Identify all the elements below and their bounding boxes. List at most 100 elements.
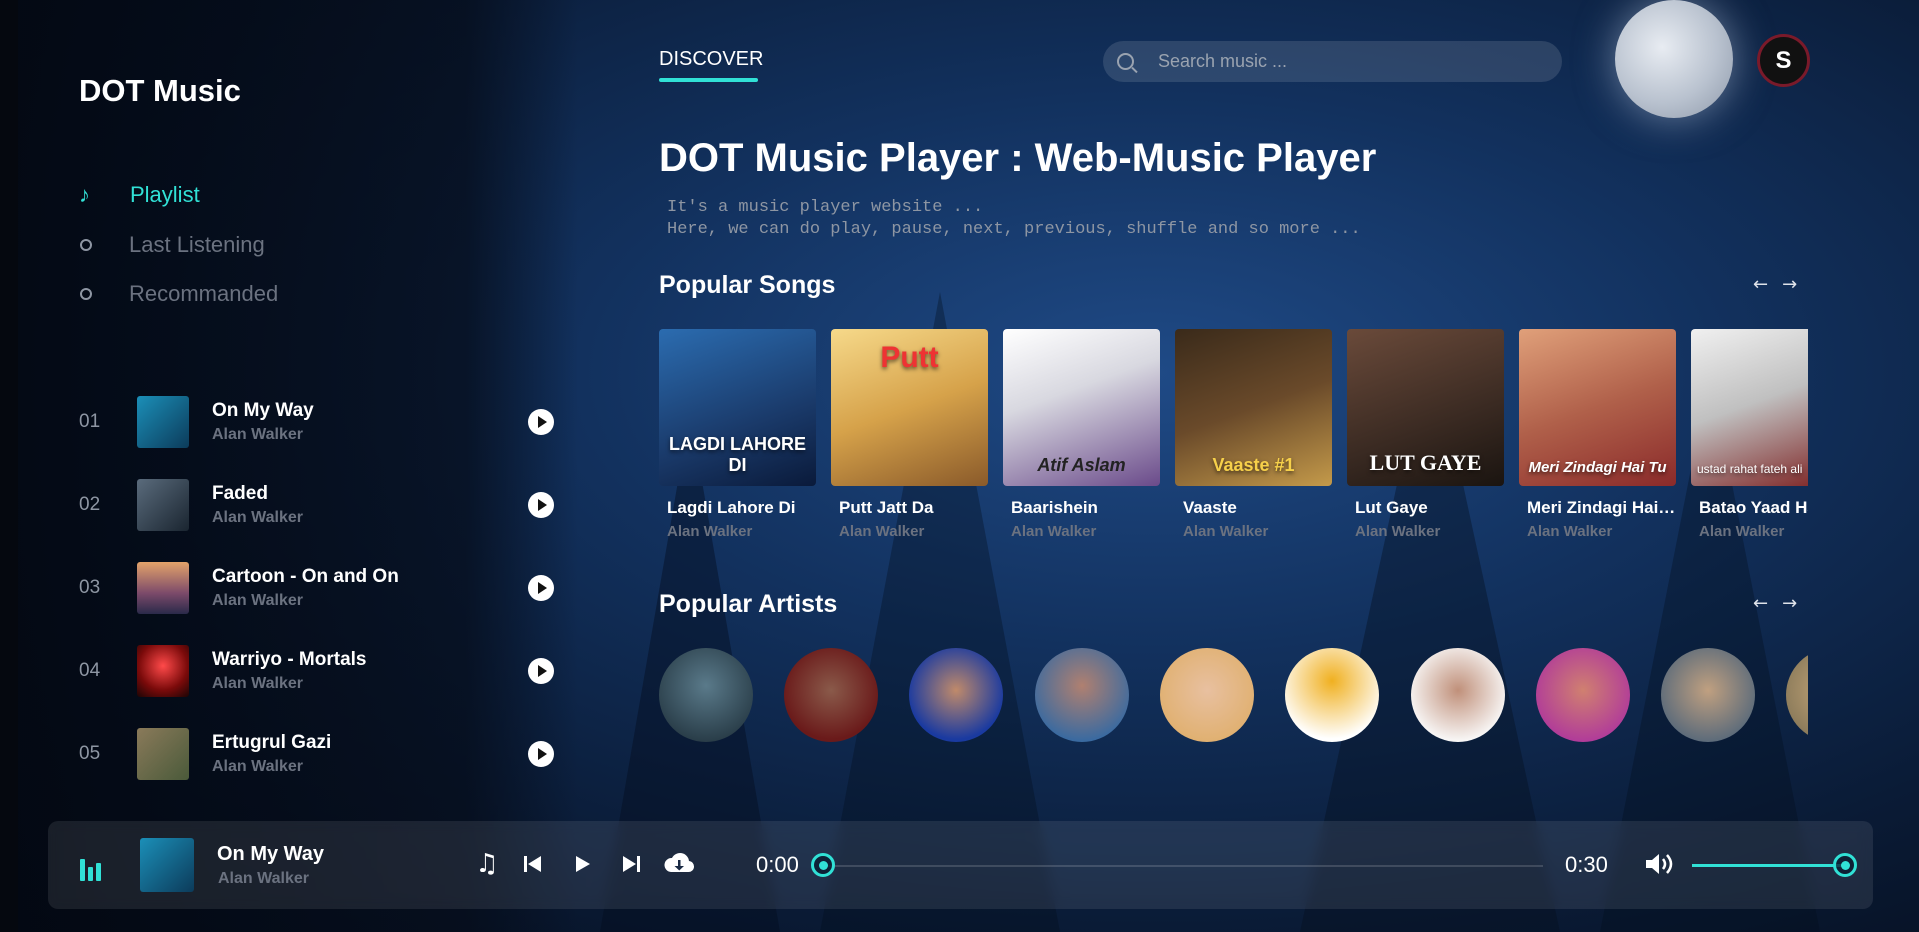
arrow-left-icon[interactable]: ← [1753,593,1768,614]
song-cover: ustad rahat fateh ali [1691,329,1808,486]
now-playing-thumbnail [140,838,194,892]
section-title-popular-artists: Popular Artists [659,590,838,618]
previous-icon[interactable] [518,849,548,879]
track-number: 01 [79,411,101,432]
seek-bar[interactable] [823,865,1543,867]
track-artist: Alan Walker [212,426,303,443]
window-edge [0,0,18,932]
next-icon[interactable] [616,849,646,879]
volume-handle[interactable] [1833,853,1857,877]
cover-text: LAGDI LAHORE DI [669,434,806,475]
play-icon[interactable] [528,409,554,435]
moon-image [1615,0,1733,118]
hero-description-line: Here, we can do play, pause, next, previ… [667,220,1361,239]
track-thumbnail [137,479,189,531]
nav-item-playlist[interactable]: ♪ Playlist [79,182,200,208]
avatar[interactable]: S [1757,34,1810,87]
artist-avatar[interactable] [659,648,753,742]
song-card[interactable]: ustad rahat fateh ali Batao Yaad Hai Ala… [1691,329,1808,540]
hero-description-line: It's a music player website ... [667,198,984,217]
track-artist: Alan Walker [212,509,303,526]
volume-icon[interactable] [1644,849,1678,879]
page-title: DOT Music Player : Web-Music Player [659,136,1377,180]
song-artist: Alan Walker [667,523,753,540]
artist-avatar[interactable] [909,648,1003,742]
song-cover: Putt [831,329,988,486]
track-thumbnail [137,728,189,780]
song-card[interactable]: Meri Zindagi Hai Tu Meri Zindagi Hai Tu … [1519,329,1676,540]
search-icon [1117,53,1134,70]
artist-avatar[interactable] [1411,648,1505,742]
list-item[interactable]: 05 Ertugrul Gazi Alan Walker [79,726,554,782]
song-artist: Alan Walker [1011,523,1097,540]
song-card[interactable]: Putt Putt Jatt Da Alan Walker [831,329,988,540]
play-icon[interactable] [528,575,554,601]
list-item[interactable]: 01 On My Way Alan Walker [79,394,554,450]
artist-avatar[interactable] [1035,648,1129,742]
track-title: Ertugrul Gazi [212,732,332,753]
arrow-left-icon[interactable]: ← [1753,274,1768,295]
nav-label: Last Listening [129,232,265,257]
artist-avatar[interactable] [1536,648,1630,742]
equalizer-icon [80,859,101,881]
song-card[interactable]: LAGDI LAHORE DI Lagdi Lahore Di Alan Wal… [659,329,816,540]
search-input[interactable] [1158,51,1538,72]
artist-avatar[interactable] [1285,648,1379,742]
download-icon[interactable] [662,849,696,879]
cover-text: Putt [880,341,939,374]
search-bar[interactable] [1103,41,1562,82]
song-artist: Alan Walker [1699,523,1785,540]
app-logo: DOT Music [79,73,241,108]
arrow-right-icon[interactable]: → [1782,593,1797,614]
track-number: 03 [79,577,101,598]
list-item[interactable]: 03 Cartoon - On and On Alan Walker [79,560,554,616]
track-artist: Alan Walker [212,675,303,692]
song-artist: Alan Walker [839,523,925,540]
track-number: 02 [79,494,101,515]
track-thumbnail [137,562,189,614]
sidebar [18,0,578,932]
song-cover: Vaaste #1 [1175,329,1332,486]
duration: 0:30 [1565,852,1608,877]
song-card[interactable]: Atif Aslam Baarishein Alan Walker [1003,329,1160,540]
list-item[interactable]: 02 Faded Alan Walker [79,477,554,533]
carousel-arrows: ← → [1753,274,1797,295]
artist-avatar[interactable] [1661,648,1755,742]
song-title: Vaaste [1183,498,1237,517]
list-item[interactable]: 04 Warriyo - Mortals Alan Walker [79,643,554,699]
song-cover: LUT GAYE [1347,329,1504,486]
tab-discover[interactable]: DISCOVER [659,48,763,71]
nav-item-recommanded[interactable]: Recommanded [79,281,278,307]
song-card[interactable]: Vaaste #1 Vaaste Alan Walker [1175,329,1332,540]
cover-text: Meri Zindagi Hai Tu [1528,459,1667,476]
nav-label: Playlist [130,182,200,207]
track-title: Warriyo - Mortals [212,649,367,670]
song-card[interactable]: LUT GAYE Lut Gaye Alan Walker [1347,329,1504,540]
track-title: Faded [212,483,268,504]
volume-slider[interactable] [1692,864,1845,867]
cover-text: Vaaste #1 [1212,455,1295,475]
play-icon[interactable] [528,658,554,684]
play-icon[interactable] [528,492,554,518]
artist-avatar[interactable] [1786,648,1808,742]
play-icon[interactable] [528,741,554,767]
music-note-icon: ♪ [79,182,90,207]
current-time: 0:00 [756,852,799,877]
seek-handle[interactable] [811,853,835,877]
track-title: Cartoon - On and On [212,566,399,587]
cover-text: Atif Aslam [1037,455,1126,475]
artist-avatar[interactable] [1160,648,1254,742]
song-cover: Meri Zindagi Hai Tu [1519,329,1676,486]
play-icon[interactable] [567,849,597,879]
track-thumbnail [137,645,189,697]
circle-icon [80,288,92,300]
track-number: 04 [79,660,101,681]
arrow-right-icon[interactable]: → [1782,274,1797,295]
section-title-popular-songs: Popular Songs [659,271,836,299]
now-playing-artist: Alan Walker [218,870,309,887]
song-title: Lagdi Lahore Di [667,498,796,517]
music-note-icon[interactable]: ♫ [472,849,502,879]
nav-label: Recommanded [129,281,279,306]
artist-avatar[interactable] [784,648,878,742]
nav-item-last-listening[interactable]: Last Listening [79,232,265,258]
